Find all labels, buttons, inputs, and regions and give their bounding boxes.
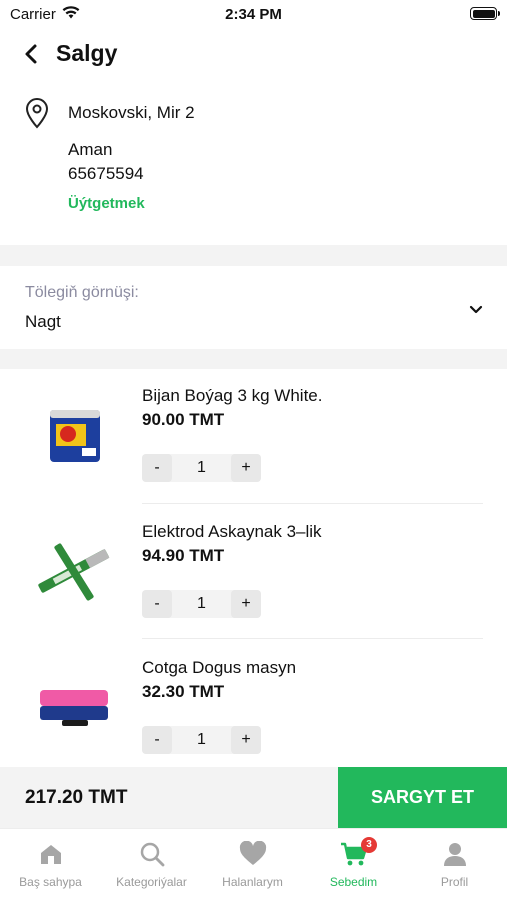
chevron-down-icon <box>468 302 484 323</box>
address-line: Moskovski, Mir 2 <box>68 103 195 122</box>
cart-count-badge: 3 <box>361 837 377 853</box>
edit-address-link[interactable]: Üýtgetmek <box>68 195 145 212</box>
product-image <box>32 404 116 468</box>
product-price: 90.00 TMT <box>142 410 225 429</box>
tab-bar: Baş sahypa Kategoriýalar Halanlarym 3 Se… <box>0 828 507 901</box>
product-name: Elektrod Askaynak 3–lik <box>142 522 322 541</box>
decrease-quantity-button[interactable]: - <box>142 590 172 618</box>
tab-profile[interactable]: Profil <box>404 829 505 901</box>
search-icon <box>139 841 165 872</box>
tab-label: Sebedim <box>329 875 378 889</box>
location-pin-icon <box>24 97 50 134</box>
clock: 2:34 PM <box>225 6 282 23</box>
product-price: 32.30 TMT <box>142 682 225 701</box>
order-total: 217.20 TMT <box>25 787 128 808</box>
nav-bar: Salgy <box>0 34 507 76</box>
tab-label: Profil <box>440 875 469 889</box>
cart-item: Elektrod Askaynak 3–lik 94.90 TMT - 1 + <box>0 504 507 640</box>
cart-item: Bijan Boýag 3 kg White. 90.00 TMT - 1 + <box>0 368 507 504</box>
quantity-value: 1 <box>197 731 206 748</box>
status-bar: Carrier 2:34 PM <box>0 0 507 28</box>
cart-item: Cotga Dogus masyn 32.30 TMT - 1 + <box>0 640 507 776</box>
quantity-stepper: - 1 + <box>142 454 261 482</box>
battery-icon <box>470 7 500 20</box>
chevron-left-icon <box>25 44 37 64</box>
tab-cart[interactable]: 3 Sebedim <box>303 829 404 901</box>
product-price: 94.90 TMT <box>142 546 225 565</box>
product-image <box>32 676 116 740</box>
quantity-value: 1 <box>197 459 206 476</box>
payment-type-value: Nagt <box>25 312 61 331</box>
decrease-quantity-button[interactable]: - <box>142 726 172 754</box>
recipient-name: Aman <box>68 140 113 159</box>
product-name: Bijan Boýag 3 kg White. <box>142 386 323 405</box>
tab-label: Baş sahypa <box>19 875 82 889</box>
quantity-stepper: - 1 + <box>142 726 261 754</box>
increase-quantity-button[interactable]: + <box>231 726 261 754</box>
person-icon <box>442 841 468 872</box>
tab-favorites[interactable]: Halanlarym <box>202 829 303 901</box>
home-icon <box>38 841 64 872</box>
quantity-value: 1 <box>197 595 206 612</box>
section-divider <box>0 349 507 369</box>
increase-quantity-button[interactable]: + <box>231 590 261 618</box>
back-button[interactable] <box>20 42 44 66</box>
increase-quantity-button[interactable]: + <box>231 454 261 482</box>
tab-label: Kategoriýalar <box>116 875 187 889</box>
tab-categories[interactable]: Kategoriýalar <box>101 829 202 901</box>
recipient-phone: 65675594 <box>68 164 144 183</box>
quantity-stepper: - 1 + <box>142 590 261 618</box>
section-divider <box>0 245 507 266</box>
page-title: Salgy <box>56 40 118 66</box>
heart-icon <box>239 840 267 872</box>
tab-label: Halanlarym <box>222 875 283 889</box>
product-image <box>32 540 116 604</box>
decrease-quantity-button[interactable]: - <box>142 454 172 482</box>
payment-type-label: Tölegiň görnüşi: <box>25 284 139 301</box>
item-separator <box>142 638 483 639</box>
tab-home[interactable]: Baş sahypa <box>0 829 101 901</box>
checkout-bar: 217.20 TMT SARGYT ET <box>0 767 507 828</box>
product-name: Cotga Dogus masyn <box>142 658 297 677</box>
place-order-button[interactable]: SARGYT ET <box>338 767 507 828</box>
